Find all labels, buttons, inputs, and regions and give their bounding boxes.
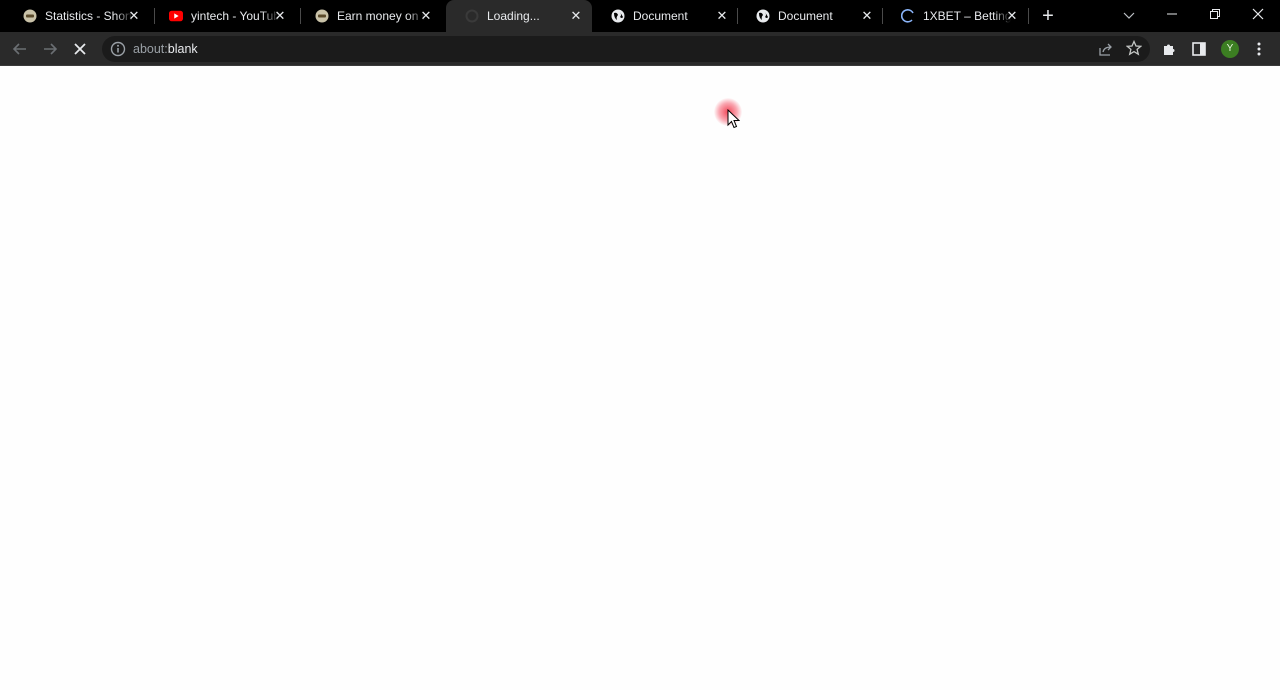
tab-title: Statistics - Shorte [45, 9, 133, 23]
tab-document-2[interactable]: Document ✕ [737, 0, 883, 32]
close-icon [1252, 8, 1264, 20]
tab-title: Earn money on s [337, 9, 425, 23]
address-bar[interactable]: about:blank [102, 36, 1150, 62]
browser-toolbar: about:blank [0, 32, 1280, 66]
arrow-left-icon [12, 43, 26, 55]
close-tab-icon[interactable]: ✕ [126, 8, 142, 24]
tab-loading-active[interactable]: Loading... ✕ [446, 0, 592, 32]
tab-statistics[interactable]: Statistics - Shorte ✕ [4, 0, 150, 32]
close-window-button[interactable] [1238, 0, 1278, 32]
side-panel-button[interactable] [1187, 37, 1211, 61]
youtube-icon [169, 9, 183, 23]
mouse-cursor-icon [727, 109, 740, 129]
shortener-favicon [23, 9, 37, 23]
tab-separator [1028, 8, 1029, 24]
profile-avatar[interactable]: Y [1221, 40, 1239, 58]
minimize-button[interactable] [1152, 0, 1192, 32]
menu-button[interactable] [1247, 37, 1271, 61]
globe-icon [756, 9, 770, 23]
arrow-right-icon [44, 43, 58, 55]
tab-title: yintech - YouTube [191, 9, 279, 23]
close-tab-icon[interactable]: ✕ [272, 8, 288, 24]
puzzle-icon [1164, 44, 1175, 55]
tab-title: Loading... [487, 9, 540, 23]
extensions-button[interactable] [1157, 37, 1181, 61]
stop-icon [74, 43, 86, 55]
bookmark-star-icon[interactable] [1125, 39, 1143, 61]
close-tab-icon[interactable]: ✕ [418, 8, 434, 24]
tab-title: Document [778, 9, 833, 23]
page-content [0, 67, 1280, 690]
restore-icon [1210, 9, 1220, 19]
back-button[interactable] [8, 37, 32, 61]
close-tab-icon[interactable]: ✕ [568, 8, 584, 24]
shortener-favicon [315, 9, 329, 23]
info-icon[interactable] [110, 41, 126, 57]
close-tab-icon[interactable]: ✕ [1004, 8, 1020, 24]
url-scheme: about: [133, 42, 168, 56]
loading-spinner-icon [901, 9, 915, 23]
tab-title: 1XBET – Betting c [923, 9, 1011, 23]
side-panel-icon [1192, 42, 1206, 56]
share-icon[interactable] [1098, 41, 1114, 62]
stop-loading-button[interactable] [68, 37, 92, 61]
url-host: blank [167, 42, 198, 56]
tab-earn-money[interactable]: Earn money on s ✕ [296, 0, 442, 32]
tab-1xbet[interactable]: 1XBET – Betting c ✕ [882, 0, 1028, 32]
tab-strip: Statistics - Shorte ✕ yintech - YouTube … [0, 0, 1280, 32]
close-tab-icon[interactable]: ✕ [859, 8, 875, 24]
chevron-down-icon [1123, 12, 1135, 19]
tab-search-button[interactable] [1109, 0, 1149, 32]
more-vert-icon [1257, 42, 1261, 56]
globe-icon [611, 9, 625, 23]
tab-title: Document [633, 9, 688, 23]
url-text[interactable]: about:blank [133, 42, 198, 56]
minimize-icon [1167, 13, 1177, 15]
new-tab-button[interactable]: + [1038, 6, 1058, 26]
forward-button[interactable] [38, 37, 62, 61]
tab-youtube[interactable]: yintech - YouTube ✕ [150, 0, 296, 32]
loading-spinner-icon [465, 9, 479, 23]
close-tab-icon[interactable]: ✕ [714, 8, 730, 24]
restore-button[interactable] [1195, 0, 1235, 32]
tab-document-1[interactable]: Document ✕ [592, 0, 738, 32]
